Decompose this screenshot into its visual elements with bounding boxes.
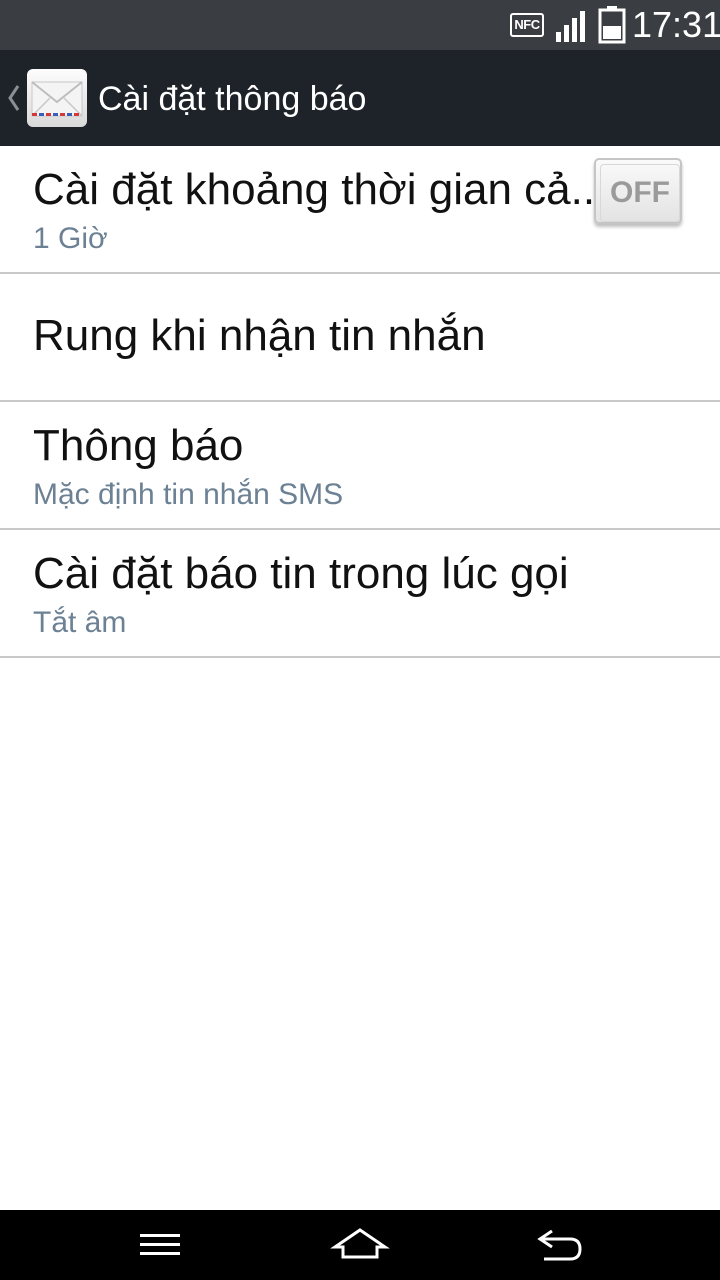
setting-in-call-alert-summary: Tắt âm	[33, 606, 127, 639]
status-bar: NFC 17:31	[0, 0, 720, 50]
envelope-icon[interactable]	[26, 68, 88, 128]
vibrate-toggle[interactable]: OFF	[592, 156, 684, 228]
vibrate-toggle-button[interactable]: OFF	[594, 158, 682, 224]
setting-notification-summary: Mặc định tin nhắn SMS	[33, 478, 344, 511]
menu-button[interactable]	[100, 1210, 220, 1280]
setting-vibrate[interactable]: Rung khi nhận tin nhắn	[0, 274, 720, 402]
setting-in-call-alert-title: Cài đặt báo tin trong lúc gọi	[33, 549, 569, 598]
navigation-bar	[0, 1210, 720, 1280]
menu-icon	[140, 1234, 180, 1255]
home-button[interactable]	[300, 1210, 420, 1280]
signal-icon	[556, 11, 585, 42]
battery-icon	[598, 6, 626, 44]
back-icon	[537, 1229, 582, 1261]
nfc-icon: NFC	[510, 13, 544, 37]
setting-interval-title: Cài đặt khoảng thời gian cả...	[33, 165, 608, 214]
action-bar: Cài đặt thông báo	[0, 50, 720, 146]
chevron-left-icon[interactable]	[4, 78, 24, 118]
setting-in-call-alert[interactable]: Cài đặt báo tin trong lúc gọi Tắt âm	[0, 530, 720, 658]
setting-notification[interactable]: Thông báo Mặc định tin nhắn SMS	[0, 402, 720, 530]
back-button[interactable]	[500, 1210, 620, 1280]
home-icon	[330, 1228, 390, 1259]
setting-vibrate-title: Rung khi nhận tin nhắn	[33, 311, 486, 360]
setting-notification-title: Thông báo	[33, 421, 244, 470]
screen-title: Cài đặt thông báo	[98, 80, 367, 118]
setting-interval-summary: 1 Giờ	[33, 222, 108, 255]
clock: 17:31	[632, 4, 720, 45]
vibrate-toggle-label: OFF	[600, 164, 680, 222]
